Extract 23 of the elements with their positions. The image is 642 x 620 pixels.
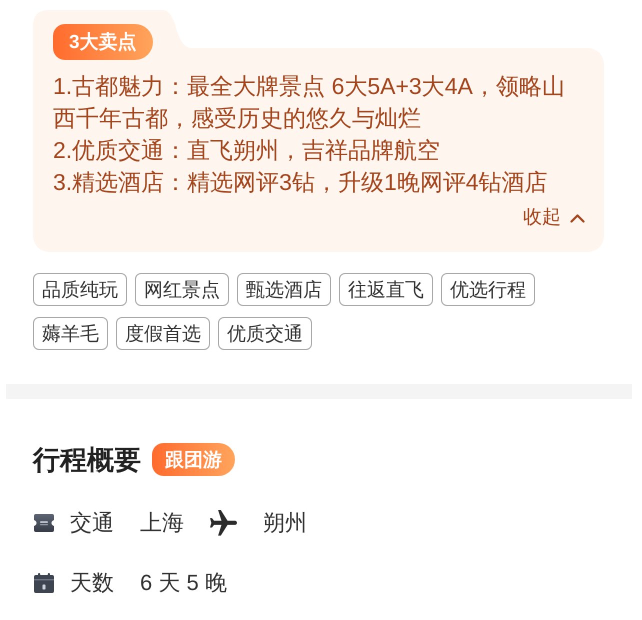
- section-title: 行程概要: [33, 444, 141, 476]
- calendar-icon: [33, 572, 55, 594]
- feature-tag: 度假首选: [116, 317, 210, 350]
- collapse-button[interactable]: 收起: [523, 206, 585, 230]
- ticket-icon: [33, 512, 55, 534]
- highlight-point: 2.优质交通：直飞朔州，吉祥品牌航空: [53, 136, 442, 165]
- duration-value: 6 天 5 晚: [140, 569, 227, 597]
- highlight-point: 1.古都魅力：最全大牌景点 6大5A+3大4A，领略山西千年古都，感受历史的悠久与灿烂: [53, 72, 566, 133]
- departure-city: 上海: [140, 509, 184, 537]
- highlights-badge: 3大卖点: [53, 24, 153, 60]
- feature-tag: 优选行程: [441, 273, 535, 306]
- feature-tag: 品质纯玩: [33, 273, 127, 306]
- tour-type-badge: 跟团游: [152, 443, 235, 476]
- highlight-point: 3.精选酒店：精选网评3钻，升级1晚网评4钻酒店: [53, 168, 549, 197]
- feature-tag: 优质交通: [218, 317, 312, 350]
- feature-tag: 网红景点: [135, 273, 229, 306]
- info-label: 天数: [70, 569, 115, 597]
- info-label: 交通: [70, 509, 115, 537]
- feature-tag: 薅羊毛: [33, 317, 108, 350]
- arrival-city: 朔州: [263, 509, 307, 537]
- airplane-icon: [210, 510, 237, 536]
- feature-tag: 甄选酒店: [237, 273, 331, 306]
- feature-tag: 往返直飞: [339, 273, 433, 306]
